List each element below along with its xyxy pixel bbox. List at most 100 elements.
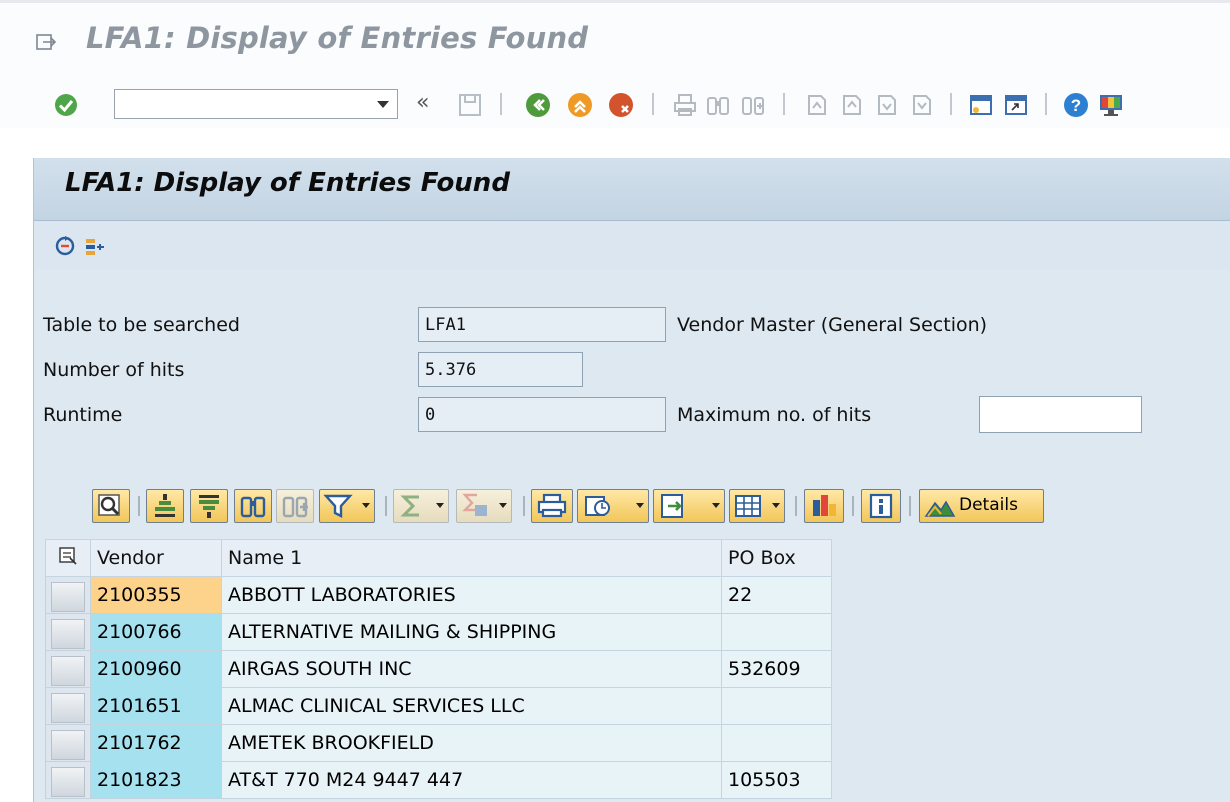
back-icon[interactable] (525, 92, 551, 118)
column-header-name1[interactable]: Name 1 (221, 539, 722, 577)
table-row[interactable]: 2101762 AMETEK BROOKFIELD (45, 724, 832, 762)
row-selector[interactable] (45, 650, 91, 688)
name-cell[interactable]: ABBOTT LABORATORIES (221, 576, 722, 614)
table-row[interactable]: 2101823 AT&T 770 M24 9447 447 105503 (45, 761, 832, 799)
layout-dropdown-icon[interactable] (772, 503, 780, 508)
table-row[interactable]: 2100960 AIRGAS SOUTH INC 532609 (45, 650, 832, 688)
customize-layout-icon[interactable] (1098, 92, 1124, 118)
pobox-cell[interactable]: 105503 (721, 761, 832, 799)
command-input[interactable] (121, 91, 365, 119)
views-button[interactable] (577, 489, 649, 523)
collapse-icon[interactable]: « (416, 90, 429, 115)
total-dropdown-icon[interactable] (436, 503, 444, 508)
name-cell[interactable]: ALTERNATIVE MAILING & SHIPPING (221, 613, 722, 651)
previous-page-icon[interactable] (838, 92, 864, 118)
filter-icon (323, 494, 353, 518)
detail-view-button[interactable] (92, 489, 130, 523)
pobox-cell[interactable] (721, 687, 832, 725)
hits-field[interactable]: 5.376 (418, 352, 583, 387)
sort-descending-button[interactable] (190, 489, 228, 523)
find-next-button[interactable] (276, 489, 314, 523)
magnifier-icon (98, 494, 120, 516)
next-page-icon[interactable] (873, 92, 899, 118)
find-icon[interactable] (705, 92, 731, 118)
vendor-cell[interactable]: 2100766 (90, 613, 222, 651)
alv-separator (795, 496, 797, 516)
column-header-pobox[interactable]: PO Box (721, 539, 832, 577)
toolbar-separator (500, 93, 502, 115)
toolbar-separator (783, 93, 785, 115)
pobox-cell[interactable] (721, 613, 832, 651)
save-icon[interactable] (457, 92, 483, 118)
create-session-icon[interactable] (968, 92, 994, 118)
vendor-cell[interactable]: 2100355 (90, 576, 222, 614)
alv-separator (852, 496, 854, 516)
exit-icon[interactable] (567, 92, 593, 118)
vendor-cell[interactable]: 2100960 (90, 650, 222, 688)
runtime-label: Runtime (43, 404, 123, 426)
find-next-icon[interactable] (740, 92, 766, 118)
name-cell[interactable]: AT&T 770 M24 9447 447 (221, 761, 722, 799)
layout-button[interactable] (729, 489, 785, 523)
print-preview-button[interactable] (531, 489, 573, 523)
shortcut-icon[interactable] (1003, 92, 1029, 118)
select-all-icon (59, 546, 77, 565)
name-cell[interactable]: AMETEK BROOKFIELD (221, 724, 722, 762)
sort-descending-icon (199, 495, 219, 518)
window-title: LFA1: Display of Entries Found (86, 21, 589, 55)
table-row[interactable]: 2101651 ALMAC CLINICAL SERVICES LLC (45, 687, 832, 725)
row-selector[interactable] (45, 761, 91, 799)
subtotal-dropdown-icon[interactable] (499, 503, 507, 508)
alv-toolbar: Details (45, 484, 1230, 536)
sort-ascending-button[interactable] (146, 489, 184, 523)
selection-criteria-icon[interactable] (84, 235, 106, 257)
filter-button[interactable] (319, 489, 375, 523)
menu-exit-icon[interactable] (35, 31, 57, 53)
views-dropdown-icon[interactable] (636, 503, 644, 508)
filter-dropdown-icon[interactable] (362, 503, 370, 508)
export-button[interactable] (653, 489, 725, 523)
refresh-icon[interactable] (54, 235, 76, 257)
pobox-cell[interactable]: 532609 (721, 650, 832, 688)
row-selector[interactable] (45, 613, 91, 651)
row-selector[interactable] (45, 687, 91, 725)
application-toolbar (34, 221, 1230, 269)
vendor-cell[interactable]: 2101651 (90, 687, 222, 725)
command-dropdown-icon[interactable] (377, 101, 389, 108)
row-selector[interactable] (45, 724, 91, 762)
toolbar-separator (1045, 93, 1047, 115)
alv-separator (385, 496, 387, 516)
max-hits-field[interactable] (979, 396, 1142, 433)
pobox-cell[interactable]: 22 (721, 576, 832, 614)
total-button[interactable] (393, 489, 449, 523)
vendor-cell[interactable]: 2101823 (90, 761, 222, 799)
column-header-vendor[interactable]: Vendor (90, 539, 222, 577)
name-cell[interactable]: ALMAC CLINICAL SERVICES LLC (221, 687, 722, 725)
runtime-field[interactable]: 0 (418, 397, 666, 432)
table-field[interactable]: LFA1 (418, 307, 666, 342)
information-button[interactable] (861, 489, 901, 523)
subtotal-button[interactable] (456, 489, 512, 523)
pobox-cell[interactable] (721, 724, 832, 762)
graphic-button[interactable] (804, 489, 844, 523)
command-field[interactable] (114, 89, 398, 119)
export-dropdown-icon[interactable] (712, 503, 720, 508)
last-page-icon[interactable] (908, 92, 934, 118)
table-row[interactable]: 2100355 ABBOTT LABORATORIES 22 (45, 576, 832, 614)
help-icon[interactable]: ? (1063, 92, 1089, 118)
table-row[interactable]: 2100766 ALTERNATIVE MAILING & SHIPPING (45, 613, 832, 651)
layout-icon (735, 495, 761, 517)
find-button[interactable] (234, 489, 272, 523)
vendor-cell[interactable]: 2101762 (90, 724, 222, 762)
table-description: Vendor Master (General Section) (677, 314, 988, 336)
cancel-icon[interactable] (608, 92, 634, 118)
name-cell[interactable]: AIRGAS SOUTH INC (221, 650, 722, 688)
enter-icon[interactable] (53, 92, 79, 118)
binoculars-plus-icon (282, 496, 308, 518)
details-button[interactable]: Details (919, 489, 1044, 523)
print-icon[interactable] (672, 92, 698, 118)
select-all-button[interactable] (45, 539, 91, 577)
first-page-icon[interactable] (803, 92, 829, 118)
title-bar: LFA1: Display of Entries Found (0, 0, 1230, 82)
row-selector[interactable] (45, 576, 91, 614)
